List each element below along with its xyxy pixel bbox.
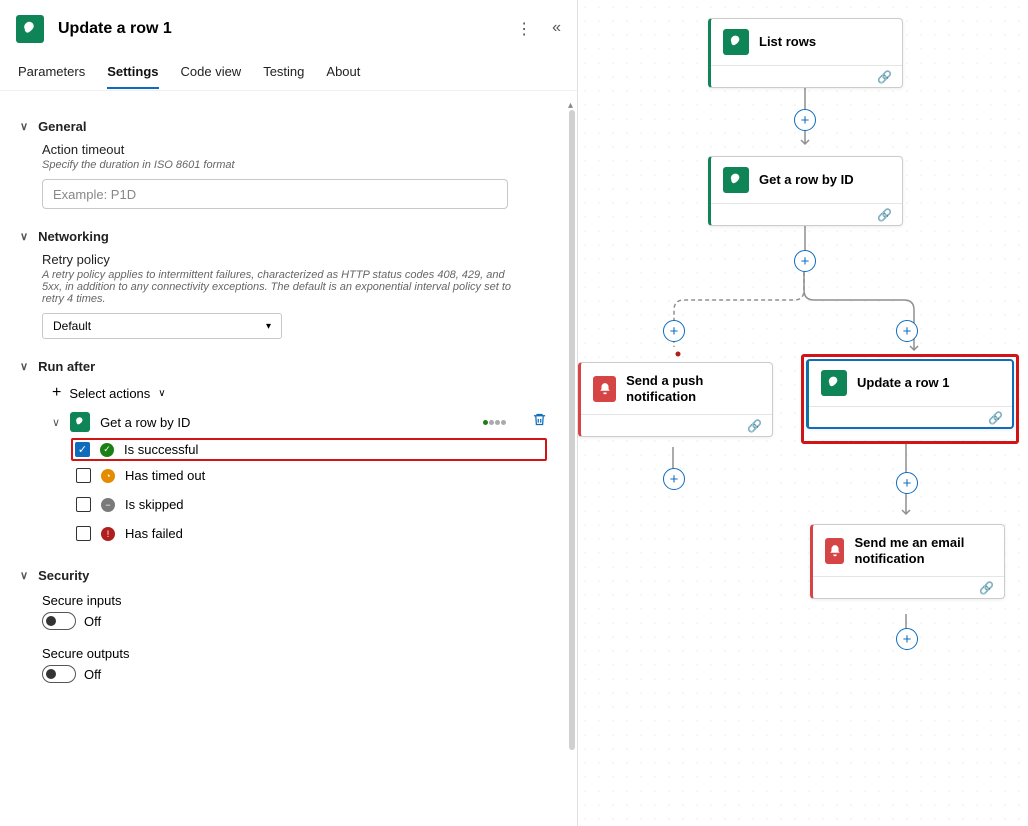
- dataverse-icon: [821, 370, 847, 396]
- runafter-parent-row[interactable]: ∨ Get a row by ID: [52, 412, 547, 432]
- add-step-button[interactable]: +: [896, 320, 918, 342]
- chevron-down-icon: ∨: [20, 569, 28, 582]
- node-email-notification[interactable]: Send me an email notification 🔗: [810, 524, 1005, 599]
- chevron-down-icon: ∨: [20, 120, 28, 133]
- dataverse-icon: [70, 412, 90, 432]
- status-timedout[interactable]: ◔ Has timed out: [76, 461, 547, 490]
- section-security[interactable]: ∨Security: [20, 568, 547, 583]
- section-general[interactable]: ∨General: [20, 119, 547, 134]
- fail-icon: !: [101, 527, 115, 541]
- timeout-label: Action timeout: [42, 142, 547, 157]
- add-step-button[interactable]: +: [896, 472, 918, 494]
- add-step-button[interactable]: +: [896, 628, 918, 650]
- retry-help: A retry policy applies to intermittent f…: [42, 269, 512, 305]
- link-icon: 🔗: [988, 411, 1003, 425]
- runafter-parent-name: Get a row by ID: [100, 415, 190, 430]
- status-successful[interactable]: ✓ Is successful: [71, 438, 547, 461]
- retry-select[interactable]: Default▾: [42, 313, 282, 339]
- flow-canvas[interactable]: List rows 🔗 + Get a row by ID 🔗 + + + Se…: [578, 0, 1028, 826]
- collapse-icon[interactable]: «: [552, 19, 561, 39]
- tab-about[interactable]: About: [326, 56, 360, 89]
- add-step-button[interactable]: +: [794, 250, 816, 272]
- status-skipped[interactable]: − Is skipped: [76, 490, 547, 519]
- secure-outputs-label: Secure outputs: [42, 646, 547, 661]
- section-runafter[interactable]: ∨Run after: [20, 359, 547, 374]
- chevron-down-icon: ∨: [20, 230, 28, 243]
- link-icon: 🔗: [877, 70, 892, 84]
- panel-title: Update a row 1: [58, 20, 516, 38]
- settings-content: ∨General Action timeout Specify the dura…: [0, 91, 577, 826]
- checkbox-skipped[interactable]: [76, 497, 91, 512]
- bell-icon: [825, 538, 844, 564]
- skip-icon: −: [101, 498, 115, 512]
- status-dots: [483, 420, 506, 425]
- dataverse-icon: [723, 167, 749, 193]
- success-icon: ✓: [100, 443, 114, 457]
- tab-settings[interactable]: Settings: [107, 56, 158, 89]
- bell-icon: [593, 376, 616, 402]
- tab-parameters[interactable]: Parameters: [18, 56, 85, 89]
- link-icon: 🔗: [747, 419, 762, 433]
- retry-label: Retry policy: [42, 252, 547, 267]
- node-get-row[interactable]: Get a row by ID 🔗: [708, 156, 903, 226]
- link-icon: 🔗: [979, 581, 994, 595]
- link-icon: 🔗: [877, 208, 892, 222]
- node-list-rows[interactable]: List rows 🔗: [708, 18, 903, 88]
- secure-inputs-label: Secure inputs: [42, 593, 547, 608]
- secure-inputs-toggle[interactable]: Off: [42, 612, 547, 630]
- section-networking[interactable]: ∨Networking: [20, 229, 547, 244]
- tab-codeview[interactable]: Code view: [181, 56, 242, 89]
- more-icon[interactable]: ⋮: [516, 19, 532, 39]
- checkbox-timedout[interactable]: [76, 468, 91, 483]
- chevron-down-icon: ▾: [266, 321, 271, 332]
- node-update-row[interactable]: Update a row 1 🔗: [806, 359, 1014, 429]
- chevron-down-icon: ∨: [158, 388, 165, 399]
- timeout-icon: ◔: [101, 469, 115, 483]
- status-failed[interactable]: ! Has failed: [76, 519, 547, 548]
- tab-bar: Parameters Settings Code view Testing Ab…: [0, 55, 577, 91]
- checkbox-failed[interactable]: [76, 526, 91, 541]
- chevron-down-icon: ∨: [52, 416, 60, 429]
- checkbox-successful[interactable]: [75, 442, 90, 457]
- runafter-status-list: ✓ Is successful ◔ Has timed out − Is ski…: [76, 438, 547, 548]
- tab-testing[interactable]: Testing: [263, 56, 304, 89]
- dataverse-icon: [723, 29, 749, 55]
- node-push-notification[interactable]: Send a push notification 🔗: [578, 362, 773, 437]
- panel-header: Update a row 1 ⋮ «: [0, 0, 577, 57]
- chevron-down-icon: ∨: [20, 360, 28, 373]
- add-step-button[interactable]: +: [663, 320, 685, 342]
- add-step-button[interactable]: +: [663, 468, 685, 490]
- highlight-update-node: Update a row 1 🔗: [801, 354, 1019, 444]
- timeout-input[interactable]: Example: P1D: [42, 179, 508, 209]
- settings-panel: Update a row 1 ⋮ « Parameters Settings C…: [0, 0, 578, 826]
- secure-outputs-toggle[interactable]: Off: [42, 665, 547, 683]
- plus-icon: +: [52, 384, 61, 402]
- add-step-button[interactable]: +: [794, 109, 816, 131]
- delete-icon[interactable]: [532, 412, 547, 432]
- dataverse-icon: [16, 15, 44, 43]
- timeout-help: Specify the duration in ISO 8601 format: [42, 159, 547, 171]
- select-actions-button[interactable]: + Select actions ∨: [52, 384, 547, 402]
